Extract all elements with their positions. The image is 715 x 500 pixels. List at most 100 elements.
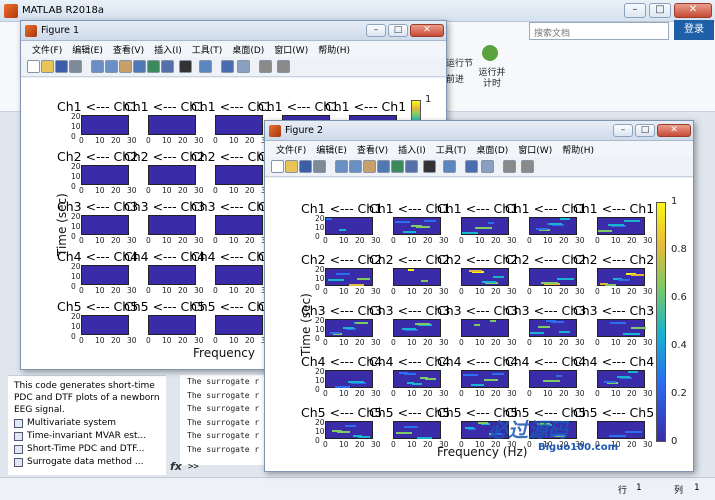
legend-icon[interactable] xyxy=(481,160,494,173)
subplot-axes[interactable] xyxy=(597,370,645,388)
zoom-out-icon[interactable] xyxy=(349,160,362,173)
figure-1-minimize-button[interactable]: – xyxy=(366,24,386,37)
subplot-axes[interactable] xyxy=(215,215,263,235)
subplot-axes[interactable] xyxy=(325,319,373,337)
subplot-axes[interactable] xyxy=(81,115,129,135)
hide-tools-icon[interactable] xyxy=(503,160,516,173)
subplot-axes[interactable] xyxy=(393,421,441,439)
subplot-axes[interactable] xyxy=(325,268,373,286)
pointer-icon[interactable] xyxy=(179,60,192,73)
subplot-axes[interactable] xyxy=(148,165,196,185)
menu-window[interactable]: 窗口(W) xyxy=(513,141,557,157)
subplot-axes[interactable] xyxy=(461,268,509,286)
new-figure-icon[interactable] xyxy=(27,60,40,73)
colorbar-icon[interactable] xyxy=(465,160,478,173)
hide-tools-icon[interactable] xyxy=(259,60,272,73)
subplot-axes[interactable] xyxy=(461,370,509,388)
figure-2-maximize-button[interactable]: □ xyxy=(635,124,655,137)
print-icon[interactable] xyxy=(313,160,326,173)
subplot-axes[interactable] xyxy=(529,319,577,337)
link-icon[interactable] xyxy=(199,60,212,73)
menu-edit[interactable]: 编辑(E) xyxy=(67,41,108,57)
subplot-axes[interactable] xyxy=(215,165,263,185)
advance-button[interactable]: 前进 xyxy=(446,72,464,85)
brush-icon[interactable] xyxy=(161,60,174,73)
new-figure-icon[interactable] xyxy=(271,160,284,173)
list-item[interactable]: Short-Time PDC and DTF... xyxy=(14,443,160,455)
subplot-axes[interactable] xyxy=(325,421,373,439)
data-cursor-icon[interactable] xyxy=(147,60,160,73)
menu-help[interactable]: 帮助(H) xyxy=(313,41,355,57)
subplot-axes[interactable] xyxy=(325,217,373,235)
menu-insert[interactable]: 插入(I) xyxy=(149,41,187,57)
link-icon[interactable] xyxy=(443,160,456,173)
subplot-axes[interactable] xyxy=(325,370,373,388)
subplot-axes[interactable] xyxy=(81,315,129,335)
subplot-axes[interactable] xyxy=(393,217,441,235)
menu-view[interactable]: 查看(V) xyxy=(108,41,149,57)
menu-edit[interactable]: 编辑(E) xyxy=(311,141,352,157)
run-and-time-button[interactable]: 运行并 计时 xyxy=(474,68,510,90)
run-section-button[interactable]: 运行节 xyxy=(446,56,473,69)
pointer-icon[interactable] xyxy=(423,160,436,173)
menu-file[interactable]: 文件(F) xyxy=(27,41,67,57)
subplot-axes[interactable] xyxy=(215,115,263,135)
print-icon[interactable] xyxy=(69,60,82,73)
figure-2-window[interactable]: Figure 2 – □ ✕ 文件(F) 编辑(E) 查看(V) 插入(I) 工… xyxy=(264,120,694,472)
brush-icon[interactable] xyxy=(405,160,418,173)
rotate-icon[interactable] xyxy=(133,60,146,73)
list-item[interactable]: Time-invariant MVAR est... xyxy=(14,430,160,442)
zoom-out-icon[interactable] xyxy=(105,60,118,73)
menu-desktop[interactable]: 桌面(D) xyxy=(227,41,269,57)
colorbar-icon[interactable] xyxy=(221,60,234,73)
login-button[interactable]: 登录 xyxy=(674,20,714,40)
menu-insert[interactable]: 插入(I) xyxy=(393,141,431,157)
subplot-axes[interactable] xyxy=(529,217,577,235)
zoom-in-icon[interactable] xyxy=(335,160,348,173)
figure-1-close-button[interactable]: ✕ xyxy=(410,24,444,37)
open-file-icon[interactable] xyxy=(41,60,54,73)
subplot-axes[interactable] xyxy=(597,217,645,235)
menu-tools[interactable]: 工具(T) xyxy=(187,41,228,57)
menu-desktop[interactable]: 桌面(D) xyxy=(471,141,513,157)
minimize-button[interactable]: – xyxy=(624,3,646,18)
colorbar[interactable] xyxy=(656,202,666,442)
subplot-axes[interactable] xyxy=(461,217,509,235)
list-item[interactable]: Multivariate system xyxy=(14,417,160,429)
zoom-in-icon[interactable] xyxy=(91,60,104,73)
menu-help[interactable]: 帮助(H) xyxy=(557,141,599,157)
subplot-axes[interactable] xyxy=(81,165,129,185)
legend-icon[interactable] xyxy=(237,60,250,73)
subplot-axes[interactable] xyxy=(215,265,263,285)
pan-icon[interactable] xyxy=(363,160,376,173)
dock-icon[interactable] xyxy=(277,60,290,73)
subplot-axes[interactable] xyxy=(148,265,196,285)
subplot-axes[interactable] xyxy=(597,268,645,286)
command-prompt[interactable]: >> xyxy=(188,462,199,472)
save-icon[interactable] xyxy=(55,60,68,73)
close-button[interactable]: ✕ xyxy=(674,3,712,18)
maximize-button[interactable]: □ xyxy=(649,3,671,18)
save-icon[interactable] xyxy=(299,160,312,173)
data-cursor-icon[interactable] xyxy=(391,160,404,173)
figure-2-minimize-button[interactable]: – xyxy=(613,124,633,137)
menu-window[interactable]: 窗口(W) xyxy=(269,41,313,57)
figure-1-maximize-button[interactable]: □ xyxy=(388,24,408,37)
list-item[interactable]: Surrogate data method ... xyxy=(14,456,160,468)
subplot-axes[interactable] xyxy=(597,319,646,337)
subplot-axes[interactable] xyxy=(529,268,577,286)
pan-icon[interactable] xyxy=(119,60,132,73)
dock-icon[interactable] xyxy=(521,160,534,173)
subplot-axes[interactable] xyxy=(81,265,129,285)
menu-tools[interactable]: 工具(T) xyxy=(431,141,472,157)
figure-2-close-button[interactable]: ✕ xyxy=(657,124,691,137)
subplot-axes[interactable] xyxy=(81,215,129,235)
rotate-icon[interactable] xyxy=(377,160,390,173)
menu-view[interactable]: 查看(V) xyxy=(352,141,393,157)
subplot-axes[interactable] xyxy=(393,319,441,337)
subplot-axes[interactable] xyxy=(597,421,645,439)
subplot-axes[interactable] xyxy=(393,268,441,286)
subplot-axes[interactable] xyxy=(215,315,263,335)
subplot-axes[interactable] xyxy=(148,315,196,335)
subplot-axes[interactable] xyxy=(148,115,196,135)
